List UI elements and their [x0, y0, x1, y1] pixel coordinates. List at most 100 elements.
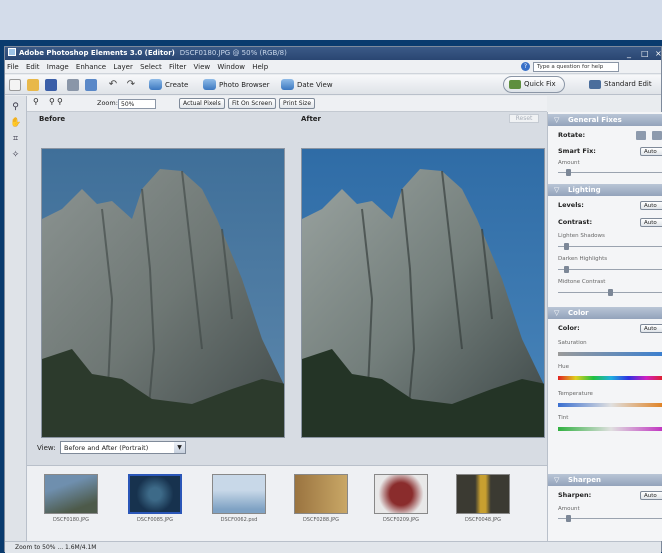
menu-view[interactable]: View [194, 63, 211, 71]
date-view-label: Date View [297, 81, 333, 89]
tint-slider[interactable] [558, 427, 662, 431]
view-select[interactable]: Before and After (Portrait) ▼ [60, 441, 186, 454]
quick-fix-button[interactable]: Quick Fix [503, 76, 565, 93]
saturation-label: Saturation [558, 340, 587, 346]
date-view-button[interactable]: Date View [281, 78, 333, 92]
print-size-button[interactable]: Print Size [279, 98, 316, 109]
sharpen-amount-label: Amount [558, 506, 580, 512]
after-photo [301, 148, 545, 438]
menu-window[interactable]: Window [217, 63, 245, 71]
red-eye-tool-icon[interactable]: ✧ [10, 150, 21, 161]
slider-knob[interactable] [566, 515, 571, 522]
slider-knob[interactable] [608, 289, 613, 296]
hue-slider[interactable] [558, 376, 662, 380]
create-button[interactable]: Create [149, 78, 188, 92]
redo-icon[interactable]: ↷ [125, 79, 137, 91]
zoom-out-icon[interactable]: ⚲ [49, 97, 55, 106]
close-button[interactable]: × [655, 47, 662, 60]
thumbnail-item[interactable]: DSCF0288.JPG [293, 474, 349, 526]
sharpen-header[interactable]: ▽ Sharpen [548, 474, 662, 486]
color-auto-button[interactable]: Auto [640, 324, 662, 333]
menu-file[interactable]: File [7, 63, 19, 71]
reset-button[interactable]: Reset [509, 114, 539, 123]
collapse-icon: ▽ [554, 116, 560, 124]
slider-knob[interactable] [564, 266, 569, 273]
sharpen-auto-button[interactable]: Auto [640, 491, 662, 500]
contrast-label: Contrast: [558, 218, 593, 226]
thumbnail-item[interactable]: DSCF0062.psd [211, 474, 267, 526]
menu-edit[interactable]: Edit [26, 63, 40, 71]
chevron-down-icon: ▼ [174, 442, 185, 453]
create-label: Create [165, 81, 189, 89]
slider-knob[interactable] [564, 243, 569, 250]
sharpen-slider[interactable] [558, 515, 662, 522]
view-label: View: [37, 444, 56, 452]
thumbnail-image [456, 474, 510, 514]
undo-icon[interactable]: ↶ [107, 79, 119, 91]
zoom-in-icon[interactable]: ⚲ [33, 97, 39, 106]
menu-image[interactable]: Image [47, 63, 69, 71]
status-bar: Zoom to 50% ... 1.6M/4.1M [5, 541, 661, 553]
print-icon[interactable] [67, 79, 79, 91]
fit-on-screen-button[interactable]: Fit On Screen [228, 98, 277, 109]
quick-fix-label: Quick Fix [524, 80, 556, 88]
temperature-slider[interactable] [558, 403, 662, 407]
save-icon[interactable] [45, 79, 57, 91]
smart-fix-slider[interactable] [558, 169, 662, 176]
menu-enhance[interactable]: Enhance [76, 63, 106, 71]
rotate-right-icon[interactable] [652, 131, 662, 140]
lighten-shadows-slider[interactable] [558, 243, 662, 250]
general-fixes-title: General Fixes [568, 116, 622, 124]
quick-fix-panel: ▽ General Fixes Rotate: Smart Fix: Auto A… [547, 112, 662, 541]
menu-layer[interactable]: Layer [113, 63, 133, 71]
darken-highlights-slider[interactable] [558, 266, 662, 273]
contrast-auto-button[interactable]: Auto [640, 218, 662, 227]
help-search-input[interactable]: Type a question for help [533, 62, 619, 72]
zoom-input[interactable]: 50% [118, 99, 156, 109]
levels-auto-button[interactable]: Auto [640, 201, 662, 210]
photo-browser-icon [203, 79, 216, 90]
thumbnail-image [212, 474, 266, 514]
before-after-view: Before After Reset View: Before and Afte… [27, 112, 547, 465]
thumbnail-item[interactable]: DSCF0209.JPG [373, 474, 429, 526]
zoom-out-icon-2[interactable]: ⚲ [57, 97, 63, 106]
tint-label: Tint [558, 415, 569, 421]
online-services-icon[interactable] [85, 79, 97, 91]
temperature-label: Temperature [558, 391, 593, 397]
zoom-tool-icon[interactable]: ⚲ [10, 102, 21, 113]
photo-browser-label: Photo Browser [219, 81, 270, 89]
open-folder-icon[interactable] [27, 79, 39, 91]
thumbnail-item[interactable]: DSCF0048.JPG [455, 474, 511, 526]
midtone-contrast-slider[interactable] [558, 289, 662, 296]
levels-label: Levels: [558, 201, 584, 209]
smart-fix-auto-button[interactable]: Auto [640, 147, 662, 156]
thumbnail-item[interactable]: DSCF0180.JPG [43, 474, 99, 526]
saturation-slider[interactable] [558, 352, 662, 356]
minimize-button[interactable]: _ [627, 47, 631, 60]
smart-fix-label: Smart Fix: [558, 147, 596, 155]
menu-help[interactable]: Help [252, 63, 268, 71]
midtone-contrast-label: Midtone Contrast [558, 279, 606, 285]
standard-edit-button[interactable]: Standard Edit [583, 76, 661, 93]
maximize-button[interactable]: □ [641, 47, 649, 60]
hand-tool-icon[interactable]: ✋ [10, 118, 21, 129]
thumbnail-item-selected[interactable]: DSCF0085.JPG [127, 474, 183, 526]
rotate-left-icon[interactable] [636, 131, 646, 140]
slider-knob[interactable] [566, 169, 571, 176]
thumbnail-image [294, 474, 348, 514]
actual-pixels-button[interactable]: Actual Pixels [179, 98, 225, 109]
menu-select[interactable]: Select [140, 63, 162, 71]
general-fixes-header[interactable]: ▽ General Fixes [548, 114, 662, 126]
menu-filter[interactable]: Filter [169, 63, 186, 71]
document-title: DSCF0180.JPG @ 50% (RGB/8) [179, 49, 287, 57]
options-bar: ⚲ ⚲ ⚲ Zoom: 50% Actual Pixels Fit On Scr… [27, 96, 547, 112]
before-label: Before [39, 115, 66, 123]
create-icon [149, 79, 162, 90]
crop-tool-icon[interactable]: ⌗ [10, 134, 21, 145]
color-header[interactable]: ▽ Color [548, 307, 662, 319]
lighting-header[interactable]: ▽ Lighting [548, 184, 662, 196]
shortcuts-toolbar: ↶ ↷ Create Photo Browser Date View Quick… [5, 75, 661, 95]
photo-bin: DSCF0180.JPG DSCF0085.JPG DSCF0062.psd D… [27, 465, 547, 541]
photo-browser-button[interactable]: Photo Browser [203, 78, 270, 92]
new-file-icon[interactable] [9, 79, 21, 91]
